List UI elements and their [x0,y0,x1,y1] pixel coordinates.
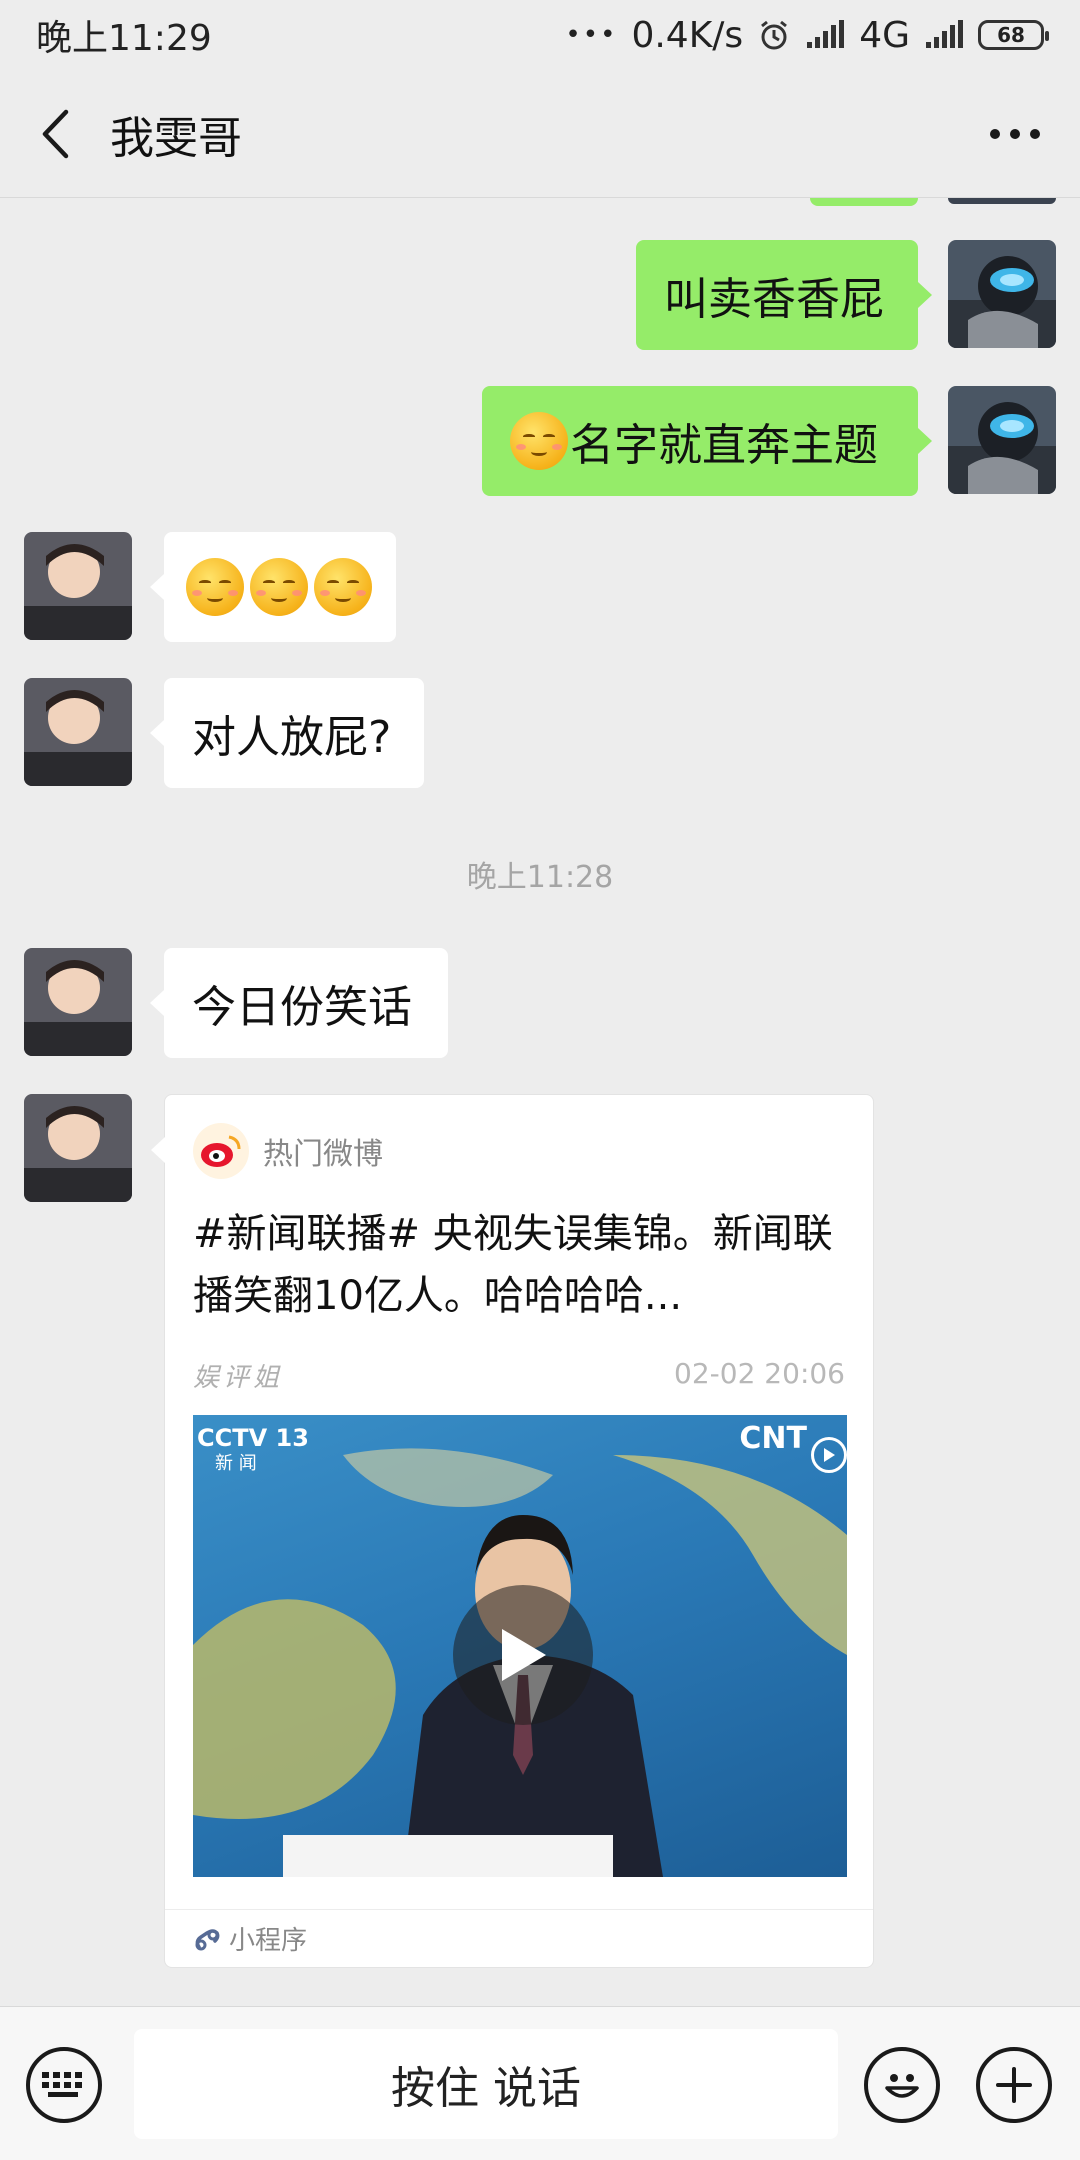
keyboard-icon [42,2072,82,2097]
friend-avatar[interactable] [24,678,132,786]
network-type: 4G [859,14,910,56]
card-title: #新闻联播# 央视失误集锦。新闻联播笑翻10亿人。哈哈哈哈... [193,1211,833,1319]
play-button[interactable] [453,1585,593,1725]
input-bar: 按住 说话 [0,2006,1080,2160]
play-icon [502,1629,546,1681]
relieved-face-icon [186,558,244,616]
relieved-face-icon [314,558,372,616]
mini-program-card[interactable]: 热门微博 #新闻联播# 央视失误集锦。新闻联播笑翻10亿人。哈哈哈哈... 娱评… [151,1094,874,1968]
my-avatar[interactable] [948,240,1056,348]
video-corner-play-icon [811,1437,847,1473]
chat-screen: 晚上11:29 ••• 0.4K/s 4G 68 我雯哥 叫卖香香屁 名字就直奔… [0,0,1080,2160]
plus-icon [996,2067,1032,2103]
friend-avatar[interactable] [24,532,132,640]
video-channel-logo: CCTV 13 新 闻 [197,1425,309,1477]
my-avatar[interactable] [948,386,1056,494]
friend-avatar[interactable] [24,1094,132,1202]
message-timestamp: 晚上11:28 [466,860,614,895]
back-button[interactable] [0,70,110,198]
hold-to-talk-button[interactable]: 按住 说话 [134,2029,838,2139]
card-footer: 小程序 [165,1909,873,1967]
message-bubble-outgoing[interactable]: 名字就直奔主题 [482,386,932,496]
keyboard-toggle-button[interactable] [26,2047,102,2123]
channel-sub: 新 闻 [215,1453,257,1474]
previous-avatar-edge [948,198,1056,204]
mini-program-icon [195,1928,220,1950]
signal-icon [805,20,845,50]
card-source: 热门微博 [263,1137,383,1172]
battery-level: 68 [997,23,1025,47]
smiley-icon [885,2074,919,2098]
more-notifications-icon: ••• [565,20,618,50]
friend-avatar[interactable] [24,948,132,1056]
message-text: 今日份笑话 [192,982,412,1033]
card-date: 02-02 20:06 [674,1357,845,1390]
signal-icon-2 [924,20,964,50]
relieved-face-icon [250,558,308,616]
message-text: 对人放屁? [192,712,392,763]
status-indicators: ••• 0.4K/s 4G 68 [565,14,1049,56]
card-header: 热门微博 [193,1123,383,1179]
message-text: 名字就直奔主题 [570,420,878,471]
message-bubble-incoming[interactable]: 对人放屁? [150,678,424,788]
video-thumbnail[interactable]: CCTV 13 新 闻 CNT [193,1415,847,1877]
hold-to-talk-label: 按住 说话 [391,2063,581,2114]
previous-bubble-edge [810,198,918,206]
message-text: 叫卖香香屁 [664,274,884,325]
more-options-button[interactable] [980,104,1050,164]
message-bubble-incoming[interactable] [150,532,396,642]
card-footer-label: 小程序 [229,1926,308,1956]
battery-icon: 68 [978,20,1049,50]
message-bubble-outgoing[interactable]: 叫卖香香屁 [636,240,932,350]
message-list[interactable]: 叫卖香香屁 名字就直奔主题 对人放屁? 晚上11:28 今日份笑话 热门微博 #… [0,198,1080,2006]
more-functions-button[interactable] [976,2047,1052,2123]
weibo-icon [193,1123,249,1179]
smirk-face-icon [510,412,568,470]
channel-name: CCTV 13 [197,1424,309,1452]
chat-header: 我雯哥 [0,70,1080,198]
video-watermark: CNT [739,1421,807,1456]
status-bar: 晚上11:29 ••• 0.4K/s 4G 68 [0,0,1080,70]
card-author: 娱评姐 [193,1363,284,1393]
network-speed: 0.4K/s [631,14,744,56]
emoji-button[interactable] [864,2047,940,2123]
alarm-icon [757,18,791,52]
status-time: 晚上11:29 [36,18,212,59]
more-dots-icon [990,129,1040,139]
chat-title: 我雯哥 [110,112,242,164]
message-bubble-incoming[interactable]: 今日份笑话 [150,948,448,1058]
chevron-left-icon [42,109,69,158]
